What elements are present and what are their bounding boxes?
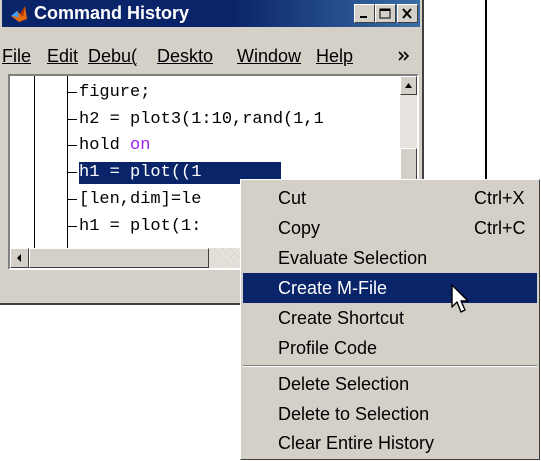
restore-icon bbox=[379, 8, 391, 19]
history-line-text: [len,dim]=le bbox=[79, 190, 202, 209]
menu-separator bbox=[243, 365, 537, 367]
maximize-button[interactable] bbox=[375, 4, 396, 23]
menu-item-delete-selection[interactable]: Delete Selection bbox=[243, 369, 537, 399]
history-line[interactable]: hold on bbox=[67, 133, 400, 159]
menu-help[interactable]: Help bbox=[316, 46, 353, 66]
horizontal-scroll-thumb[interactable] bbox=[29, 248, 209, 268]
menu-item-shortcut: Ctrl+C bbox=[474, 218, 526, 238]
menu-item-shortcut: Ctrl+X bbox=[474, 188, 525, 208]
window-title: Command History bbox=[34, 3, 190, 23]
menu-item-label: Copy bbox=[278, 218, 321, 238]
menu-item-clear-entire-history[interactable]: Clear Entire History bbox=[243, 428, 537, 458]
scroll-up-button[interactable] bbox=[400, 76, 417, 95]
menu-item-create-m-file[interactable]: Create M-File bbox=[243, 273, 537, 303]
chevron-right-icon[interactable] bbox=[398, 51, 410, 61]
menu-file[interactable]: File bbox=[2, 46, 31, 66]
mouse-pointer-icon bbox=[451, 284, 469, 313]
minimize-icon bbox=[360, 16, 367, 18]
close-button[interactable] bbox=[397, 4, 418, 23]
vertical-scroll-thumb[interactable] bbox=[400, 148, 417, 182]
menu-item-evaluate-selection[interactable]: Evaluate Selection bbox=[243, 243, 537, 273]
history-line-text-part: hold bbox=[79, 136, 131, 155]
matlab-logo-icon bbox=[11, 6, 27, 22]
menu-item-label: Delete Selection bbox=[278, 374, 410, 394]
scroll-left-button[interactable] bbox=[10, 248, 29, 268]
history-line-text: h1 = plot(1: bbox=[79, 217, 202, 236]
menu-item-cut[interactable]: Cut Ctrl+X bbox=[243, 183, 537, 213]
menu-item-label: Evaluate Selection bbox=[278, 248, 428, 268]
background-divider-line bbox=[485, 0, 487, 179]
history-line-text: figure; bbox=[79, 83, 151, 102]
history-line-text: hold on bbox=[79, 135, 150, 157]
history-line-text: h2 = plot3(1:10,rand(1,1 bbox=[79, 110, 324, 129]
menu-item-label: Delete to Selection bbox=[278, 404, 430, 424]
menu-desktop[interactable]: Deskto bbox=[157, 46, 213, 66]
context-menu: Cut Ctrl+X Copy Ctrl+C Evaluate Selectio… bbox=[240, 179, 540, 460]
menu-item-label: Profile Code bbox=[278, 338, 378, 358]
menu-edit[interactable]: Edit bbox=[47, 46, 78, 66]
arrow-up-icon bbox=[405, 83, 412, 88]
menu-item-label: Cut bbox=[278, 188, 307, 208]
close-icon bbox=[402, 8, 412, 19]
minimize-button[interactable] bbox=[354, 4, 375, 23]
menu-item-profile-code[interactable]: Profile Code bbox=[243, 333, 537, 363]
history-line[interactable]: figure; bbox=[67, 80, 400, 106]
menu-item-create-shortcut[interactable]: Create Shortcut bbox=[243, 303, 537, 333]
tree-line bbox=[34, 76, 35, 248]
menu-window[interactable]: Window bbox=[237, 46, 301, 66]
menu-bar: File Edit Debu( Deskto Window Help bbox=[2, 38, 420, 68]
menu-debug[interactable]: Debu( bbox=[88, 46, 137, 66]
menu-item-copy[interactable]: Copy Ctrl+C bbox=[243, 213, 537, 243]
history-line[interactable]: h2 = plot3(1:10,rand(1,1 bbox=[67, 107, 400, 133]
title-bar[interactable]: Command History bbox=[2, 0, 420, 27]
menu-item-label: Create M-File bbox=[278, 278, 388, 298]
menu-item-label: Clear Entire History bbox=[278, 433, 435, 453]
arrow-left-icon bbox=[17, 254, 21, 262]
menu-item-label: Create Shortcut bbox=[278, 308, 405, 328]
menu-item-delete-to-selection[interactable]: Delete to Selection bbox=[243, 399, 537, 429]
keyword-text: on bbox=[130, 136, 151, 155]
